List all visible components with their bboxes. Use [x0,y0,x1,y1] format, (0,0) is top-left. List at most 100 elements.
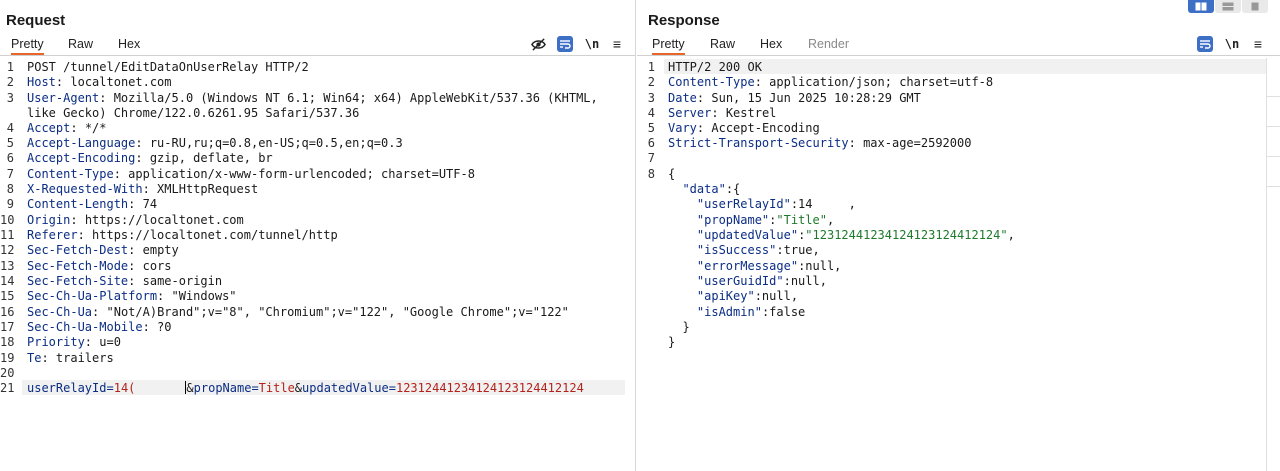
header-line: Accept-Language: ru-RU,ru;q=0.8,en-US;q=… [27,136,403,150]
param-value: 14( [113,381,136,395]
header-line: Sec-Fetch-Dest: empty [27,243,179,257]
response-title: Response [648,12,720,29]
line-number: 14 [0,274,15,288]
header-value: XMLHttpRequest [149,182,259,196]
line-number: 11 [0,228,15,242]
header-name: Content-Type [668,75,755,89]
single-pane-icon[interactable] [1242,0,1268,13]
header-name: Accept-Language [27,136,136,150]
json-punct: } [682,320,690,334]
json-value: :14 [790,197,813,211]
response-tab-pretty[interactable]: Pretty [652,37,685,55]
line-number: 2 [6,75,14,89]
param-eq: = [251,381,259,395]
json-line: } [668,335,675,350]
inspector-edge[interactable] [1266,58,1280,471]
response-tab-render[interactable]: Render [808,37,849,51]
wrap-icon[interactable] [1195,34,1215,54]
response-tab-raw[interactable]: Raw [710,37,735,51]
header-line: Accept: */* [27,121,107,135]
response-editor[interactable]: 1 2 3 4 5 6 7 8 HTTP/2 200 OK Content-Ty… [637,58,1280,471]
layout-toggle [1188,0,1268,13]
line-number: 1 [6,60,14,74]
line-number: 6 [6,151,14,165]
status-line: HTTP/2 200 OK [668,60,762,74]
divider [1267,126,1280,127]
header-name: Sec-Fetch-Dest [27,243,129,257]
json-key: "isSuccess" [696,243,777,257]
header-name: Sec-Fetch-Site [27,274,129,288]
header-name: Origin [27,213,71,227]
line-number: 4 [647,106,655,120]
header-value: Sun, 15 Jun 2025 10:28:29 GMT [704,91,921,105]
line-number: 2 [647,75,655,89]
line-number: 7 [6,167,14,181]
header-line: X-Requested-With: XMLHttpRequest [27,182,259,196]
menu-icon[interactable]: ≡ [607,34,627,54]
header-line: Sec-Ch-Ua-Platform: "Windows" [27,289,237,303]
header-name: X-Requested-With [27,182,143,196]
line-number: 10 [0,213,15,227]
header-value: application/x-www-form-urlencoded; chars… [120,167,475,181]
line-number: 3 [647,91,655,105]
header-value: empty [135,243,179,257]
hide-icon[interactable] [528,34,548,54]
line-number: 16 [0,305,15,319]
json-line: "userRelayId":14 , [668,197,856,212]
request-tab-hex[interactable]: Hex [118,37,140,51]
line-number: 13 [0,259,15,273]
line-number: 1 [647,60,655,74]
param-eq: = [388,381,396,395]
menu-icon[interactable]: ≡ [1248,34,1268,54]
header-name: Sec-Fetch-Mode [27,259,129,273]
line-number: 12 [0,243,15,257]
header-value: max-age=2592000 [855,136,972,150]
header-name: Sec-Ch-Ua-Platform [27,289,158,303]
header-name: Content-Type [27,167,114,181]
response-tab-hex[interactable]: Hex [760,37,782,51]
header-line: Content-Type: application/json; charset=… [668,75,994,89]
json-key: "userRelayId" [696,197,791,211]
wrap-icon[interactable] [555,34,575,54]
split-horizontal-icon[interactable] [1188,0,1214,13]
json-value: :null, [798,259,842,273]
header-name: Accept [27,121,71,135]
header-value: ?0 [149,320,172,334]
header-name: Content-Length [27,197,129,211]
json-line: "propName":"Title", [696,213,835,227]
json-line: { [668,167,675,182]
header-line: Sec-Ch-Ua-Mobile: ?0 [27,320,172,334]
line-number: 8 [647,167,655,181]
header-line: Sec-Fetch-Site: same-origin [27,274,223,288]
param-key: updatedValue [302,381,389,395]
json-string: "12312441234124123124412124" [805,228,1008,242]
line-number: 5 [647,121,655,135]
json-punct: , [812,197,856,211]
header-value: 74 [135,197,158,211]
request-tab-raw[interactable]: Raw [68,37,93,51]
newline-icon[interactable]: \n [582,34,602,54]
header-line: Referer: https://localtonet.com/tunnel/h… [27,228,338,242]
json-line: "errorMessage":null, [668,259,842,274]
json-line: "isSuccess":true, [668,243,820,258]
header-value: Mozilla/5.0 (Windows NT 6.1; Win64; x64)… [106,91,598,105]
line-number: 15 [0,289,15,303]
json-value: :false [761,305,806,319]
split-vertical-icon[interactable] [1215,0,1241,13]
request-editor[interactable]: 1 2 3 4 5 6 7 8 9 10 11 12 13 14 15 16 1… [0,58,635,471]
line-number: 6 [647,136,655,150]
header-line: Date: Sun, 15 Jun 2025 10:28:29 GMT [668,91,921,105]
line-number: 8 [6,182,14,196]
newline-icon[interactable]: \n [1222,34,1242,54]
header-value: "Not/A)Brand";v="8", "Chromium";v="122",… [99,305,569,319]
header-value: Kestrel [718,106,777,120]
json-punct: { [668,167,676,181]
header-value: application/json; charset=utf-8 [761,75,994,89]
header-name: Vary [668,121,697,135]
line-number: 17 [0,320,15,334]
request-tab-pretty[interactable]: Pretty [11,37,44,55]
line-number: 9 [6,197,14,211]
json-key: "data" [682,182,726,196]
param-separator: & [294,381,303,395]
param-separator: & [186,381,194,395]
